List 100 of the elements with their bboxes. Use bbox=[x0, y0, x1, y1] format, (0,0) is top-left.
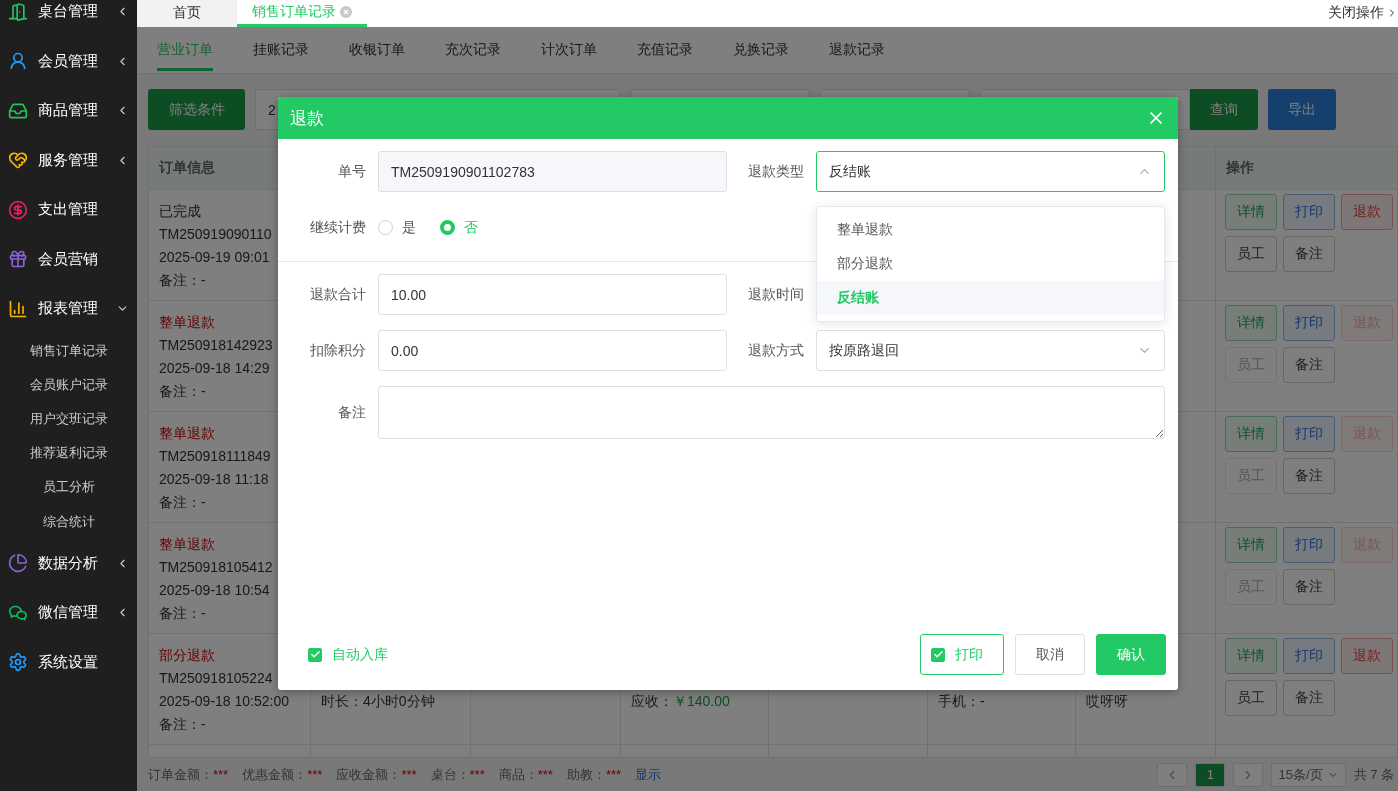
field-label: 继续计费 bbox=[309, 218, 367, 237]
remark-field[interactable] bbox=[378, 386, 1165, 439]
auto-stock-checkbox[interactable]: 自动入库 bbox=[308, 645, 388, 664]
cancel-button[interactable]: 取消 bbox=[1015, 634, 1085, 675]
action-button[interactable]: 详情 bbox=[1225, 194, 1277, 231]
sidebar-subitem[interactable]: 推荐返利记录 bbox=[0, 436, 137, 471]
order-number: TM250918111849 bbox=[159, 447, 272, 467]
sidebar-subitem[interactable]: 用户交班记录 bbox=[0, 401, 137, 437]
export-button[interactable]: 导出 bbox=[1268, 89, 1336, 131]
dropdown-option[interactable]: 整单退款 bbox=[817, 213, 1164, 247]
action-button[interactable]: 退款 bbox=[1341, 194, 1393, 231]
deduct-points-field[interactable]: 0.00 bbox=[378, 330, 727, 371]
order-number: TM250918105224 bbox=[159, 669, 274, 689]
action-button[interactable]: 打印 bbox=[1283, 416, 1335, 453]
action-button[interactable]: 详情 bbox=[1225, 416, 1277, 453]
order-number: TM250918105412 bbox=[159, 558, 274, 578]
sub-tab[interactable]: 计次订单 bbox=[541, 26, 637, 74]
field-label: 退款方式 bbox=[747, 341, 805, 360]
sidebar-subitem[interactable]: 销售订单记录 bbox=[0, 333, 137, 368]
sub-tab[interactable]: 收银订单 bbox=[349, 26, 445, 74]
action-button[interactable]: 打印 bbox=[1283, 638, 1335, 675]
action-button[interactable]: 备注 bbox=[1283, 569, 1335, 606]
dropdown-option[interactable]: 部分退款 bbox=[817, 247, 1164, 281]
previous-page-button[interactable] bbox=[1157, 762, 1188, 787]
summary-item: 商品：*** bbox=[498, 765, 553, 784]
sidebar-item[interactable]: 系统设置 bbox=[0, 637, 137, 688]
order-status: 整单退款 bbox=[159, 313, 216, 333]
action-button[interactable]: 备注 bbox=[1283, 347, 1335, 384]
sidebar-item[interactable]: 会员营销 bbox=[0, 234, 137, 284]
confirm-button[interactable]: 确认 bbox=[1096, 634, 1166, 675]
sidebar-item[interactable]: 桌台管理 bbox=[0, 0, 137, 37]
sub-tab[interactable]: 兑换记录 bbox=[733, 26, 829, 74]
sidebar-subitem[interactable]: 会员账户记录 bbox=[0, 367, 137, 402]
order-note: 备注：- bbox=[159, 493, 207, 513]
radio-option[interactable]: 是 bbox=[378, 218, 416, 237]
print-checkbox-button[interactable]: 打印 bbox=[920, 634, 1004, 675]
order-time: 2025-09-18 10:52:00 bbox=[159, 692, 290, 712]
summary-item: 桌台：*** bbox=[430, 765, 485, 784]
order-status: 整单退款 bbox=[159, 535, 216, 555]
summary-item: 应收金额：*** bbox=[336, 765, 417, 784]
page-button[interactable]: 1 bbox=[1195, 762, 1226, 787]
user-icon bbox=[8, 51, 28, 72]
sidebar-item[interactable]: 会员管理 bbox=[0, 36, 137, 86]
order-note: 备注：- bbox=[159, 271, 207, 291]
field-label: 单号 bbox=[337, 162, 367, 181]
action-button[interactable]: 备注 bbox=[1283, 680, 1335, 717]
sub-tab[interactable]: 挂账记录 bbox=[253, 26, 349, 74]
next-page-button[interactable] bbox=[1233, 762, 1264, 787]
phone-text: 手机：- bbox=[938, 692, 986, 712]
refund-total-field[interactable]: 10.00 bbox=[378, 274, 727, 315]
sidebar-item[interactable]: 微信管理 bbox=[0, 588, 137, 638]
field-label: 退款类型 bbox=[747, 162, 805, 181]
pie-chart-icon bbox=[8, 553, 28, 574]
sidebar-item[interactable]: 数据分析 bbox=[0, 538, 137, 589]
radio-option[interactable]: 否 bbox=[440, 218, 478, 237]
sub-tab[interactable]: 充次记录 bbox=[445, 26, 541, 74]
sub-tab[interactable]: 充值记录 bbox=[637, 26, 733, 74]
action-button[interactable]: 备注 bbox=[1283, 458, 1335, 495]
show-link[interactable]: 显示 bbox=[635, 765, 662, 784]
order-note: 备注：- bbox=[159, 382, 207, 402]
action-button[interactable]: 员工 bbox=[1225, 236, 1277, 273]
total-count: 共 7 条 bbox=[1353, 765, 1394, 784]
order-time: 2025-09-18 10:54 bbox=[159, 581, 271, 601]
settings-icon bbox=[8, 652, 28, 673]
field-label: 扣除积分 bbox=[309, 341, 367, 360]
order-note: 备注：- bbox=[159, 604, 207, 624]
action-button[interactable]: 详情 bbox=[1225, 527, 1277, 564]
dollar-icon bbox=[8, 199, 28, 220]
close-icon[interactable] bbox=[340, 5, 352, 18]
page-tab[interactable]: 首页 bbox=[137, 0, 237, 27]
close-operations-menu[interactable]: 关闭操作 bbox=[1328, 0, 1398, 27]
order-number-field[interactable]: TM2509190901102783 bbox=[378, 151, 727, 192]
action-button[interactable]: 打印 bbox=[1283, 305, 1335, 342]
refund-type-select[interactable]: 反结账 bbox=[816, 151, 1165, 192]
sidebar-subitem[interactable]: 员工分析 bbox=[0, 470, 137, 505]
action-button[interactable]: 详情 bbox=[1225, 305, 1277, 342]
search-button[interactable]: 查询 bbox=[1190, 89, 1258, 131]
page-size-select[interactable]: 15条/页 bbox=[1271, 762, 1346, 787]
action-button[interactable]: 详情 bbox=[1225, 638, 1277, 675]
order-status: 已完成 bbox=[159, 202, 202, 222]
gift-icon bbox=[8, 249, 28, 270]
sidebar-item[interactable]: 报表管理 bbox=[0, 284, 137, 334]
bar-chart-icon bbox=[8, 298, 28, 319]
field-label: 退款合计 bbox=[309, 285, 367, 304]
order-number: TM250919090110 bbox=[159, 225, 273, 245]
summary-item: 订单金额：*** bbox=[148, 765, 229, 784]
filter-button[interactable]: 筛选条件 bbox=[148, 89, 245, 131]
sidebar-item[interactable]: 支出管理 bbox=[0, 185, 137, 235]
sidebar-item[interactable]: 商品管理 bbox=[0, 86, 137, 136]
action-button[interactable]: 备注 bbox=[1283, 236, 1335, 273]
sidebar-item[interactable]: 服务管理 bbox=[0, 135, 137, 185]
refund-method-select[interactable]: 按原路退回 bbox=[816, 330, 1165, 371]
action-button[interactable]: 退款 bbox=[1341, 638, 1393, 675]
order-time: 2025-09-18 14:29 bbox=[159, 359, 271, 379]
action-button[interactable]: 员工 bbox=[1225, 680, 1277, 717]
sidebar-subitem[interactable]: 综合统计 bbox=[0, 504, 137, 539]
receivable-text: 应收：￥140.00 bbox=[631, 692, 731, 712]
action-button[interactable]: 打印 bbox=[1283, 194, 1335, 231]
sub-tab[interactable]: 退款记录 bbox=[829, 26, 925, 74]
action-button[interactable]: 打印 bbox=[1283, 527, 1335, 564]
